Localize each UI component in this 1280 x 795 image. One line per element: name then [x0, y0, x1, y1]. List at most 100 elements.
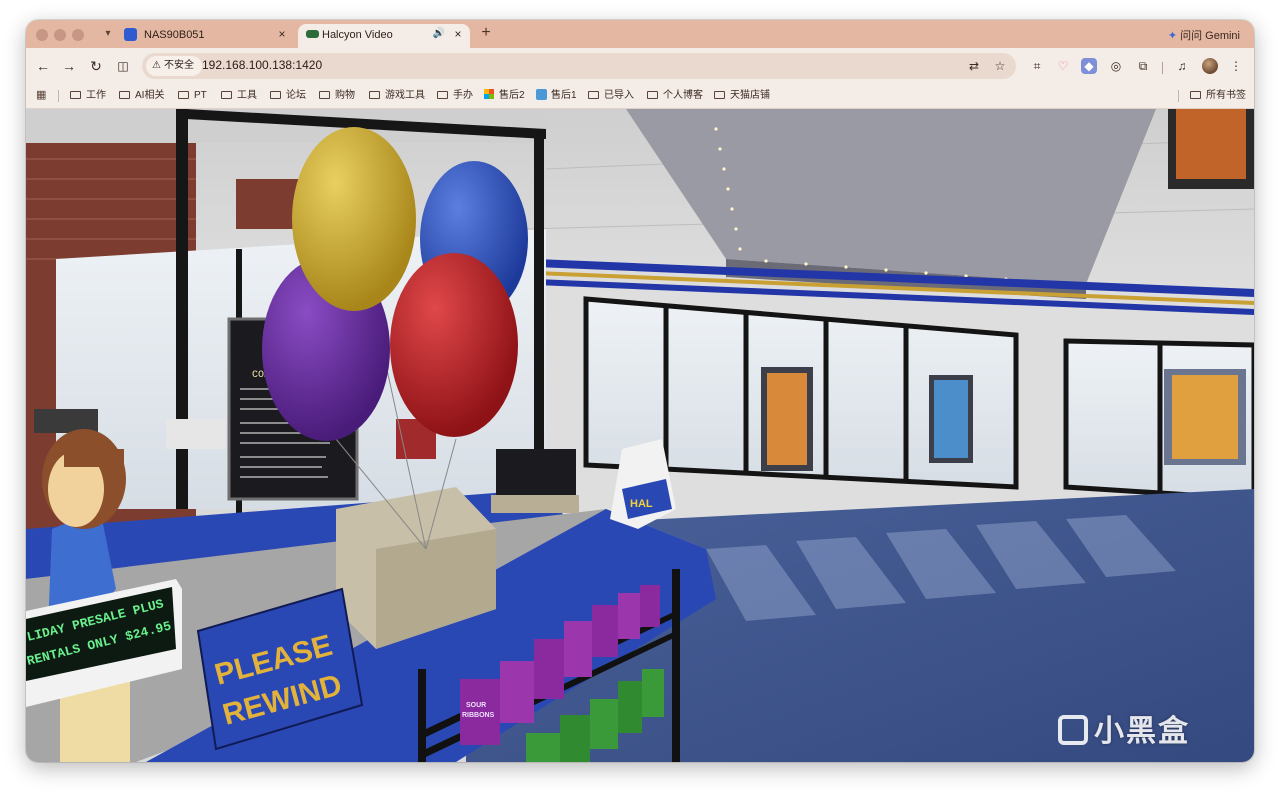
bookmark-label: 所有书签 [1206, 90, 1246, 101]
zoom-window-button[interactable] [72, 29, 84, 41]
candy-box-label: RIBBONS [462, 712, 495, 719]
side-panel-icon[interactable]: ◫ [114, 57, 132, 75]
folder-icon [70, 91, 81, 99]
gemini-label: 问问 Gemini [1180, 30, 1240, 42]
candy-box-label: SOUR [466, 702, 486, 709]
bookmark-label: 已导入 [604, 90, 634, 101]
tab-halcyon-video[interactable]: Halcyon Video 🔊 × [298, 24, 470, 48]
folder-icon [319, 91, 330, 99]
back-arrow-icon[interactable]: ← [34, 57, 52, 75]
bookmark-label: 手办 [453, 90, 473, 101]
bookmark-folder[interactable]: PT [178, 88, 207, 104]
folder-icon [647, 91, 658, 99]
movie-poster-desert [1172, 375, 1238, 459]
close-window-button[interactable] [36, 29, 48, 41]
bookmark-folder[interactable]: AI相关 [119, 88, 164, 104]
balloon-red [390, 253, 518, 437]
bookmark-folder[interactable]: 论坛 [270, 88, 306, 104]
balloon-yellow [292, 127, 416, 311]
bookmarks-divider [1178, 90, 1179, 102]
extension-purple-icon[interactable]: ◆ [1081, 58, 1097, 74]
minimize-window-button[interactable] [54, 29, 66, 41]
bookmark-label: 工具 [237, 90, 257, 101]
game-canvas[interactable]: COM HAL SOUR RIBBONS PLEASE REWIND LIDAY… [26, 109, 1254, 762]
monitor-flat [496, 449, 576, 499]
halcyon-favicon-icon [306, 30, 319, 38]
bookmark-label: 售后2 [499, 90, 525, 101]
cash-drawer [491, 495, 579, 513]
bookmark-folder[interactable]: 购物 [319, 88, 355, 104]
tab-search-chevron-icon[interactable]: ▾ [100, 26, 116, 42]
bookmark-star-icon[interactable]: ☆ [992, 58, 1008, 74]
more-menu-icon[interactable]: ⋮ [1228, 58, 1244, 74]
bookmark-item[interactable]: 售后1 [536, 88, 577, 104]
bookmark-folder[interactable]: 工作 [70, 88, 106, 104]
bookmark-label: 售后1 [551, 90, 577, 101]
extension-heart-icon[interactable]: ♡ [1055, 58, 1071, 74]
bookmark-folder[interactable]: 游戏工具 [369, 88, 425, 104]
folder-icon [119, 91, 130, 99]
nas-favicon-icon [124, 28, 137, 41]
folder-icon [714, 91, 725, 99]
bookmark-label: AI相关 [135, 90, 165, 101]
browser-window: ▾ NAS90B051 × Halcyon Video 🔊 × + ✦ 问问 Ge… [26, 20, 1254, 762]
tab-title: NAS90B051 [144, 29, 205, 41]
reload-icon[interactable]: ↻ [87, 57, 105, 75]
bookmark-label: 天猫店铺 [730, 90, 770, 101]
watermark-text: 小黑盒 [1094, 715, 1190, 748]
bookmarks-bar: ▦ 工作 AI相关 PT 工具 论坛 购物 游戏工具 手办 售后2 售后1 已导… [26, 84, 1254, 109]
chip-bag-text: HAL [630, 498, 653, 510]
folder-icon [437, 91, 448, 99]
parked-car-white [166, 419, 226, 449]
new-tab-button[interactable]: + [478, 25, 494, 41]
toolbar-divider [1162, 62, 1163, 74]
toolbar: ← → ↻ ◫ ⚠ 不安全 192.168.100.138:1420 ⇄ ☆ ⌗ … [26, 48, 1254, 84]
bookmarks-divider [58, 90, 59, 102]
bookmark-folder[interactable]: 工具 [221, 88, 257, 104]
extensions-puzzle-icon[interactable]: ⧉ [1135, 58, 1151, 74]
profile-avatar-icon[interactable] [1202, 58, 1218, 74]
url-text[interactable]: 192.168.100.138:1420 [202, 58, 322, 72]
bookmark-label: 购物 [335, 90, 355, 101]
folder-icon [270, 91, 281, 99]
folder-icon [1190, 91, 1201, 99]
movie-poster-llama [767, 373, 807, 465]
folder-icon [369, 91, 380, 99]
bookmark-label: 论坛 [286, 90, 306, 101]
folder-icon [221, 91, 232, 99]
bookmark-folder[interactable]: 手办 [437, 88, 473, 104]
address-bar[interactable]: ⚠ 不安全 192.168.100.138:1420 ⇄ ☆ [142, 53, 1016, 79]
warning-triangle-icon: ⚠ [152, 60, 161, 71]
bookmark-label: PT [194, 90, 207, 101]
extension-crop-icon[interactable]: ⌗ [1029, 58, 1045, 74]
folder-icon [588, 91, 599, 99]
rack-post [672, 569, 680, 762]
ask-gemini-button[interactable]: ✦ 问问 Gemini [1168, 27, 1240, 43]
tab-title: Halcyon Video [322, 29, 393, 41]
security-chip[interactable]: ⚠ 不安全 [146, 56, 202, 76]
bookmark-folder[interactable]: 天猫店铺 [714, 88, 770, 104]
movie-poster-bunny [934, 380, 968, 458]
gemini-spark-icon: ✦ [1167, 30, 1178, 42]
apps-grid-icon[interactable]: ▦ [36, 89, 48, 101]
audio-playing-icon[interactable]: 🔊 [432, 27, 446, 41]
close-tab-icon[interactable]: × [451, 27, 465, 41]
extension-spiral-icon[interactable]: ◎ [1108, 58, 1124, 74]
bookmark-label: 游戏工具 [385, 90, 425, 101]
rack-post [418, 669, 426, 762]
forward-arrow-icon[interactable]: → [60, 57, 78, 75]
media-controls-icon[interactable]: ♫ [1174, 58, 1190, 74]
folder-icon [178, 91, 189, 99]
bookmark-item[interactable]: 售后2 [484, 88, 525, 104]
store-scene: COM HAL SOUR RIBBONS PLEASE REWIND LIDAY… [26, 109, 1254, 762]
bookmark-folder[interactable]: 已导入 [588, 88, 634, 104]
translate-icon[interactable]: ⇄ [966, 58, 982, 74]
site-watermark: 小黑盒 [1058, 706, 1190, 750]
bookmark-folder[interactable]: 个人博客 [647, 88, 703, 104]
close-tab-icon[interactable]: × [275, 27, 289, 41]
tv-screen [1176, 109, 1246, 179]
windows-logo-icon [484, 89, 494, 99]
tab-nas[interactable]: NAS90B051 × [124, 24, 294, 48]
bookmark-label: 个人博客 [663, 90, 703, 101]
all-bookmarks-folder[interactable]: 所有书签 [1190, 88, 1246, 104]
